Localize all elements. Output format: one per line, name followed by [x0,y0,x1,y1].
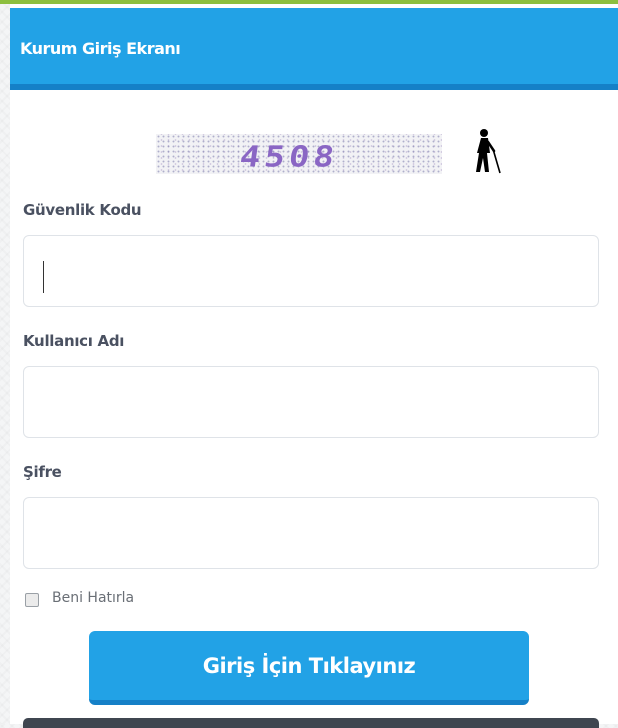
text-caret [43,261,44,293]
page-title: Kurum Giriş Ekranı [20,39,181,58]
captcha-code: 4508 [237,140,341,174]
login-panel: Kurum Giriş Ekranı 4508 Güvenlik Kodu Ku… [10,4,618,728]
remember-me-label[interactable]: Beni Hatırla [52,590,134,606]
captcha-area: 4508 [146,126,502,176]
security-code-label: Güvenlik Kodu [23,201,142,219]
accessibility-person-cane-svg [476,129,501,174]
login-button[interactable]: Giriş İçin Tıklayınız [89,631,529,705]
username-input[interactable] [23,366,599,438]
accessibility-person-cane-icon[interactable] [466,127,502,175]
remember-me-checkbox[interactable] [25,593,39,607]
username-label: Kullanıcı Adı [23,332,125,350]
security-code-input[interactable] [23,235,599,307]
password-label: Şifre [23,463,62,481]
captcha-image: 4508 [156,134,442,174]
secondary-button-partial[interactable] [23,718,599,728]
panel-header: Kurum Giriş Ekranı [10,8,618,90]
password-input[interactable] [23,497,599,569]
